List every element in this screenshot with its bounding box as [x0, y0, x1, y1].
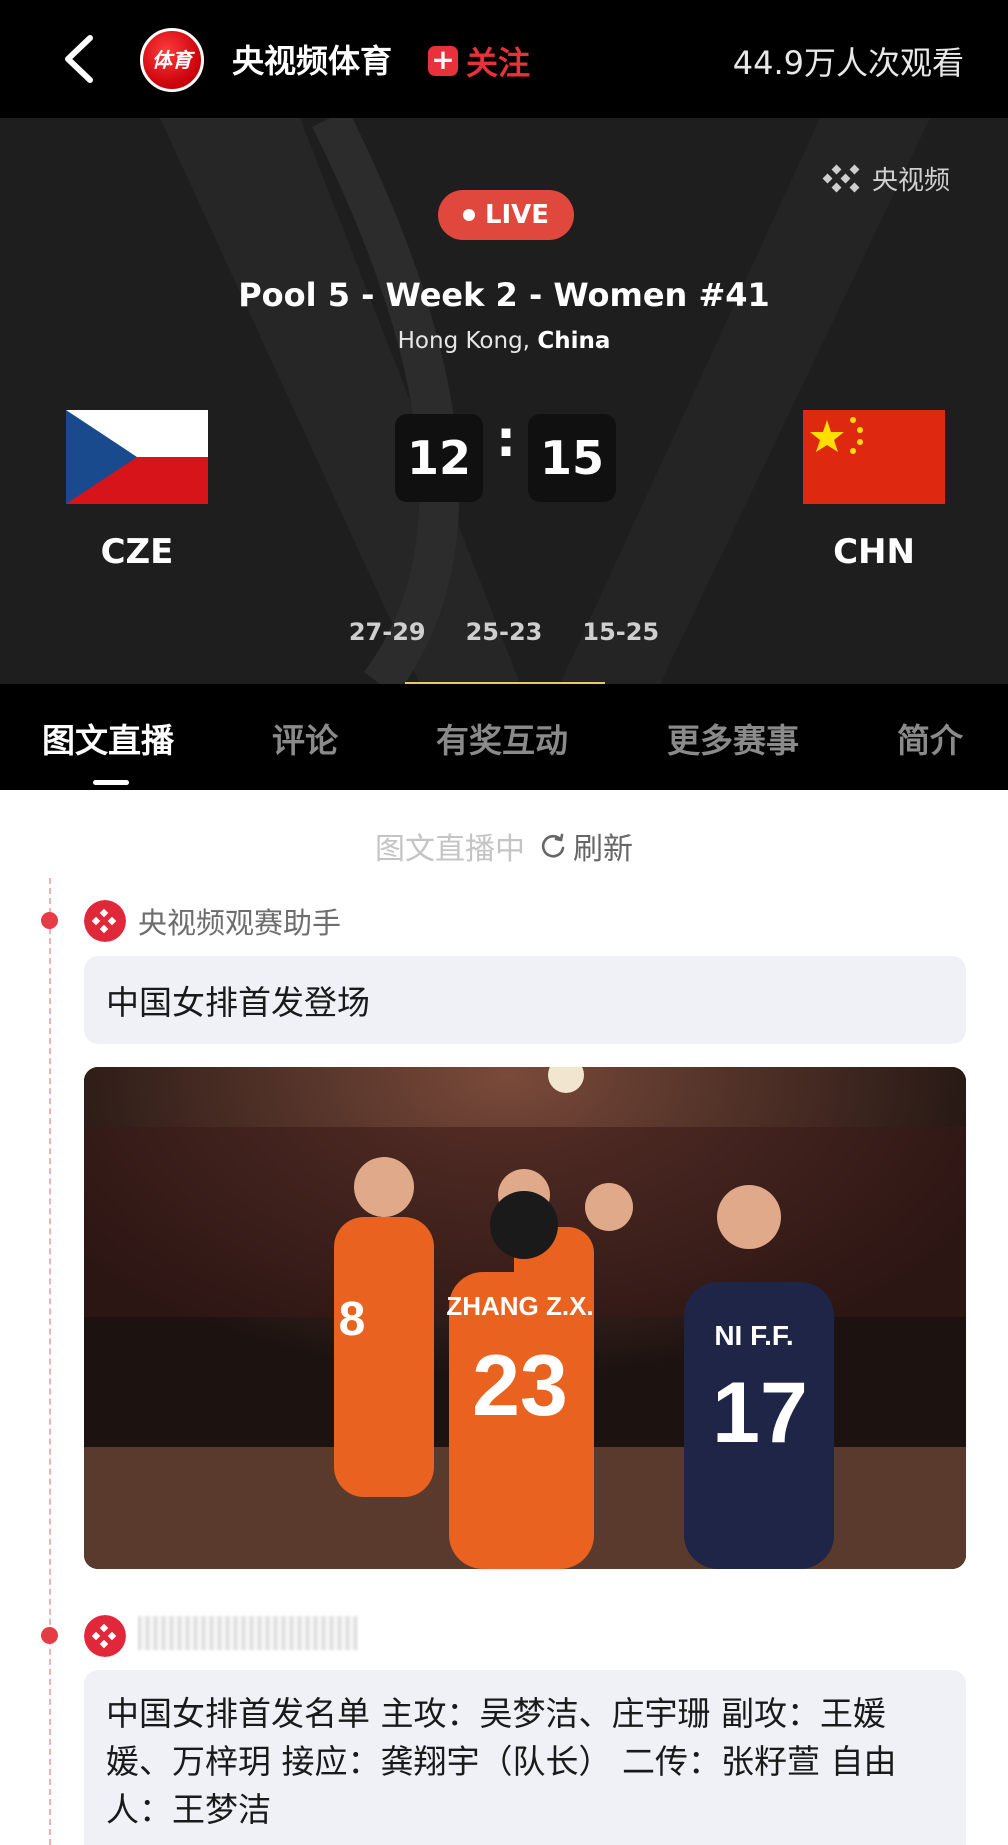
tab-comments[interactable]: 评论	[272, 714, 338, 762]
scoreboard-video[interactable]: 央视频 LIVE Pool 5 - Week 2 - Women #41 Hon…	[0, 118, 1008, 684]
refresh-button[interactable]: 刷新	[539, 824, 633, 868]
tab-bar: 图文直播 评论 有奖互动 更多赛事 简介	[0, 684, 1008, 790]
channel-avatar[interactable]: 体育	[140, 28, 204, 92]
top-bar: 体育 央视频体育 + 关注 44.9万人次观看	[0, 0, 1008, 118]
tab-prize-interaction[interactable]: 有奖互动	[436, 714, 568, 762]
active-tab-indicator	[93, 780, 129, 785]
tab-intro[interactable]: 简介	[897, 714, 963, 762]
channel-name[interactable]: 央视频体育	[232, 36, 392, 82]
tab-live-text[interactable]: 图文直播	[42, 714, 174, 762]
refresh-label: 刷新	[573, 832, 633, 867]
timeline-line	[49, 878, 51, 1845]
assistant-avatar-icon	[84, 900, 126, 942]
team-huddle-illustration: ZHANG Z.X. 23 NI F.F. 17 8	[84, 1067, 966, 1569]
jersey-number-23: 23	[472, 1338, 568, 1434]
jersey-number-8: 8	[339, 1293, 366, 1346]
home-team-code: CZE	[100, 532, 174, 572]
watermark-label: 央视频	[871, 166, 950, 196]
follow-label: 关注	[466, 44, 531, 82]
away-score: 15	[528, 414, 616, 502]
follow-button[interactable]: + 关注	[428, 38, 530, 84]
venue-city: Hong Kong,	[397, 328, 538, 354]
score-separator: :	[496, 410, 516, 468]
venue-country: China	[537, 328, 611, 354]
czech-flag-icon	[66, 410, 208, 504]
post-text: 中国女排首发名单 主攻：吴梦洁、庄宇珊 副攻：王媛媛、万梓玥 接应：龚翔宇（队长…	[106, 1694, 897, 1829]
tab-more-events[interactable]: 更多赛事	[667, 714, 799, 762]
jersey-number-17: 17	[712, 1365, 808, 1461]
post-text: 中国女排首发登场	[106, 983, 370, 1022]
away-team-code: CHN	[833, 532, 915, 572]
post-text-bubble: 中国女排首发登场	[84, 956, 966, 1044]
feed-status-bar: 图文直播中 刷新	[0, 824, 1008, 868]
timeline-dot	[41, 912, 58, 929]
feed-status-label: 图文直播中	[375, 832, 525, 867]
set-score: 25-23	[465, 618, 543, 646]
home-score: 12	[395, 414, 483, 502]
jersey-name-zhang: ZHANG Z.X.	[446, 1291, 593, 1321]
set-score: 27-29	[348, 618, 426, 646]
live-badge: LIVE	[438, 190, 574, 240]
set-scores: 27-29 25-23 15-25	[0, 618, 1008, 646]
team-huddle-photo[interactable]: ZHANG Z.X. 23 NI F.F. 17 8	[84, 1067, 966, 1569]
post-text-bubble: 中国女排首发名单 主攻：吴梦洁、庄宇珊 副攻：王媛媛、万梓玥 接应：龚翔宇（队长…	[84, 1670, 966, 1845]
back-arrow-icon[interactable]	[58, 34, 102, 84]
refresh-icon	[541, 833, 565, 858]
match-title: Pool 5 - Week 2 - Women #41	[238, 276, 770, 314]
blurred-author-name	[138, 1616, 358, 1650]
assistant-avatar-icon	[84, 1615, 126, 1657]
plus-icon: +	[428, 46, 458, 76]
view-count: 44.9万人次观看	[732, 44, 964, 82]
cctv-video-logo-icon	[822, 164, 860, 192]
timeline-dot	[41, 1627, 58, 1644]
live-dot-icon	[462, 209, 475, 221]
china-flag-icon	[803, 410, 945, 504]
live-label: LIVE	[484, 200, 550, 230]
set-score: 15-25	[582, 618, 660, 646]
match-venue: Hong Kong, China	[0, 328, 1008, 354]
post-author: 央视频观赛助手	[138, 906, 342, 940]
jersey-name-ni: NI F.F.	[714, 1320, 793, 1351]
cctv-video-watermark: 央视频	[820, 160, 950, 197]
